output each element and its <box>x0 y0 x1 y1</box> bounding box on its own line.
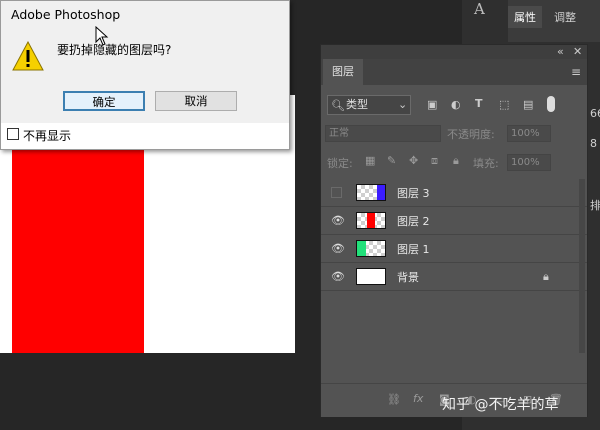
collapse-icon[interactable]: « <box>557 46 564 58</box>
filter-toggle-icon[interactable] <box>547 96 555 112</box>
close-icon[interactable]: ✕ <box>573 46 582 58</box>
dont-show-checkbox[interactable] <box>7 128 19 140</box>
fx-icon[interactable]: fx <box>413 393 423 405</box>
panel-menu-icon[interactable]: ≡ <box>571 66 581 78</box>
panel-title-bar[interactable]: « ✕ <box>321 45 587 59</box>
tab-layers[interactable]: 图层 <box>323 59 363 85</box>
lock-all-icon[interactable]: 🔒︎ <box>453 155 459 167</box>
lock-transparency-icon[interactable]: ▦ <box>365 155 375 167</box>
layer-name: 图层 2 <box>397 215 430 228</box>
blend-mode-select[interactable]: 正常 <box>325 125 441 142</box>
type-filter-icon[interactable]: T <box>475 98 483 110</box>
layer-row-1[interactable]: 👁︎ 图层 1 <box>321 235 587 263</box>
layer-thumbnail <box>356 268 386 285</box>
pixel-filter-icon[interactable]: ▣ <box>427 99 437 111</box>
layer-filter-select[interactable]: 🔍︎ 类型 ⌄ <box>327 95 411 115</box>
layer-thumbnail <box>356 184 386 201</box>
lock-position-icon[interactable]: ✥ <box>409 155 418 167</box>
visibility-toggle-off[interactable] <box>331 187 342 198</box>
adjustment-filter-icon[interactable]: ◐ <box>451 99 461 111</box>
layers-panel: « ✕ ≡ 图层 🔍︎ 类型 ⌄ ▣ ◐ T ⬚ ▤ 正常 不透明度: 100%… <box>320 44 588 417</box>
confirm-dialog: Adobe Photoshop 要扔掉隐藏的图层吗? 确定 取消 不再显示 <box>0 0 290 150</box>
shape-filter-icon[interactable]: ⬚ <box>499 99 509 111</box>
layer-name: 图层 3 <box>397 187 430 200</box>
eye-icon[interactable]: 👁︎ <box>331 271 345 283</box>
lock-pixels-icon[interactable]: ✎ <box>387 155 396 167</box>
fill-label: 填充: <box>473 157 499 170</box>
warning-icon <box>12 41 44 71</box>
properties-peek-value: 8 <box>590 137 597 150</box>
opacity-field[interactable]: 100% <box>507 125 551 142</box>
layer-thumbnail <box>356 212 386 229</box>
layer-swatch <box>367 213 375 228</box>
lock-artboard-icon[interactable]: ⧈ <box>431 155 438 167</box>
layer-row-3[interactable]: 图层 3 <box>321 179 587 207</box>
eye-icon[interactable]: 👁︎ <box>331 243 345 255</box>
search-icon: 🔍︎ <box>331 99 345 112</box>
mouse-cursor-icon <box>95 26 109 46</box>
properties-peek-value: 66 <box>590 107 600 120</box>
scrollbar[interactable] <box>579 179 585 353</box>
chevron-down-icon: ⌄ <box>398 98 408 111</box>
dont-show-label[interactable]: 不再显示 <box>23 127 71 144</box>
dialog-message: 要扔掉隐藏的图层吗? <box>57 43 172 57</box>
tab-properties[interactable]: 属性 <box>508 6 542 28</box>
dialog-title: Adobe Photoshop <box>11 7 121 22</box>
layer-name: 背景 <box>397 271 419 284</box>
layer-swatch <box>357 241 366 256</box>
layer-row-2[interactable]: 👁︎ 图层 2 <box>321 207 587 235</box>
watermark: 知乎 @不吃羊的草 <box>442 397 559 413</box>
layer-swatch <box>377 185 385 200</box>
eye-icon[interactable]: 👁︎ <box>331 215 345 227</box>
tab-adjustments[interactable]: 调整 <box>548 6 582 28</box>
layer-name: 图层 1 <box>397 243 430 256</box>
layer-row-background[interactable]: 👁︎ 背景 🔒︎ <box>321 263 587 291</box>
lock-icon: 🔒︎ <box>543 270 549 283</box>
link-layers-icon[interactable]: ⛓︎ <box>387 394 401 406</box>
filter-kind-label: 类型 <box>346 98 368 111</box>
type-tool-icon[interactable]: A <box>474 0 494 18</box>
fill-field[interactable]: 100% <box>507 154 551 171</box>
ok-button[interactable]: 确定 <box>63 91 145 111</box>
smart-object-filter-icon[interactable]: ▤ <box>523 99 533 111</box>
opacity-label: 不透明度: <box>447 128 495 141</box>
layer-thumbnail <box>356 240 386 257</box>
lock-label: 锁定: <box>327 157 353 170</box>
properties-peek-label: 排 <box>590 199 600 212</box>
cancel-button[interactable]: 取消 <box>155 91 237 111</box>
